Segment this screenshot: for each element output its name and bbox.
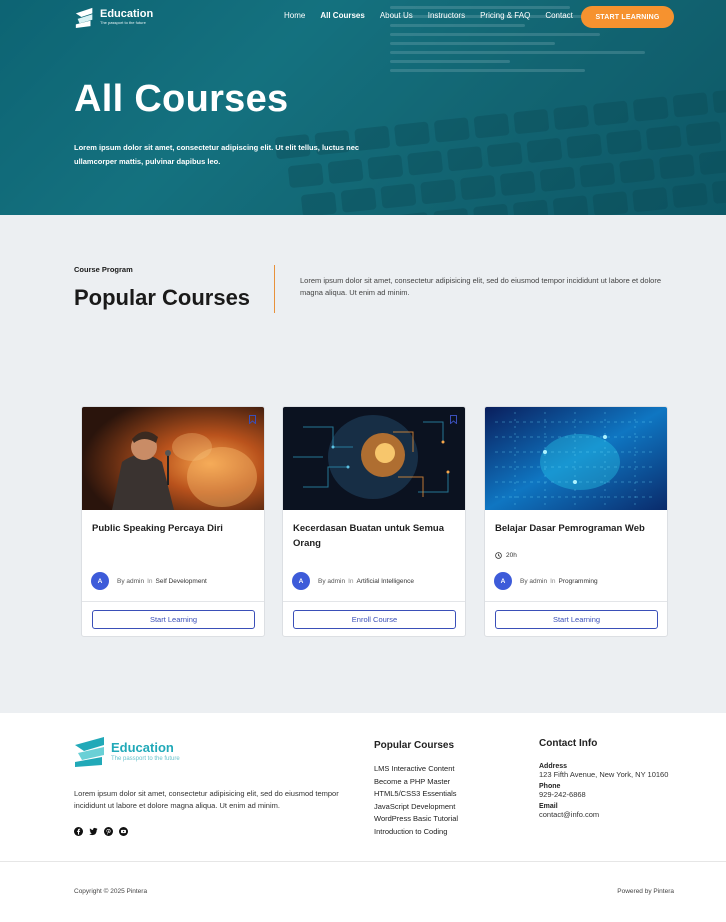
course-card[interactable]: Kecerdasan Buatan untuk Semua Orang A By… (282, 406, 466, 637)
address-label: Address (539, 763, 568, 770)
course-card[interactable]: Belajar Dasar Pemrograman Web 20h A By a… (484, 406, 668, 637)
footer-link[interactable]: HTML5/CSS3 Essentials (374, 788, 458, 801)
start-learning-button[interactable]: START LEARNING (581, 6, 674, 28)
courses-section: Course Program Popular Courses Lorem ips… (0, 215, 726, 713)
social-links (74, 827, 128, 836)
twitter-icon[interactable] (89, 827, 98, 836)
in-label: In (550, 577, 556, 585)
contact-info: Address 123 Fifth Avenue, New York, NY 1… (539, 761, 668, 823)
footer-logo[interactable]: Education The passport to the future (74, 735, 180, 767)
in-label: In (147, 577, 153, 585)
footer-divider (0, 861, 726, 862)
duration-value: 20h (506, 552, 517, 559)
section-description: Lorem ipsum dolor sit amet, consectetur … (300, 276, 662, 297)
header-logo[interactable]: Education The passport to the future (74, 6, 153, 28)
card-divider (82, 601, 264, 602)
course-meta: A By admin In Self Development (91, 572, 207, 590)
course-thumbnail-speaker[interactable] (82, 407, 264, 510)
enroll-course-button[interactable]: Enroll Course (293, 610, 456, 629)
nav-about-us[interactable]: About Us (380, 11, 413, 20)
contact-info-heading: Contact Info (539, 738, 598, 749)
course-title[interactable]: Kecerdasan Buatan untuk Semua Orang (293, 521, 459, 551)
popular-courses-heading: Popular Courses (374, 740, 455, 751)
pinterest-icon[interactable] (104, 827, 113, 836)
author-name[interactable]: admin (529, 578, 547, 585)
clock-icon (495, 552, 502, 559)
course-title[interactable]: Public Speaking Percaya Diri (92, 521, 258, 536)
footer-link[interactable]: JavaScript Development (374, 801, 458, 814)
footer-logo-tagline: The passport to the future (111, 755, 180, 762)
footer-link[interactable]: WordPress Basic Tutorial (374, 813, 458, 826)
section-eyebrow: Course Program (74, 265, 133, 274)
phone-value[interactable]: 929-242-6868 (539, 790, 668, 799)
footer-link[interactable]: LMS Interactive Content (374, 763, 458, 776)
course-category[interactable]: Self Development (156, 578, 207, 585)
author-name[interactable]: admin (327, 578, 345, 585)
site-footer: Education The passport to the future Lor… (0, 713, 726, 922)
email-label: Email (539, 803, 558, 810)
start-learning-card-button[interactable]: Start Learning (495, 610, 658, 629)
in-label: In (348, 577, 354, 585)
youtube-icon[interactable] (119, 827, 128, 836)
powered-by: Powered by Pintera (617, 888, 674, 895)
logo-icon (75, 7, 93, 28)
section-divider (274, 265, 275, 313)
course-meta: A By admin In Artificial Intelligence (292, 572, 414, 590)
course-card[interactable]: Public Speaking Percaya Diri A By admin I… (81, 406, 265, 637)
logo-name: Education (100, 8, 154, 20)
author-name[interactable]: admin (126, 578, 144, 585)
course-category[interactable]: Artificial Intelligence (357, 578, 414, 585)
course-meta: A By admin In Programming (494, 572, 598, 590)
footer-link[interactable]: Become a PHP Master (374, 776, 458, 789)
course-thumbnail-web[interactable] (485, 407, 667, 510)
main-nav: Home All Courses About Us Instructors Pr… (284, 11, 588, 20)
phone-label: Phone (539, 783, 561, 790)
course-thumbnail-ai[interactable] (283, 407, 465, 510)
bookmark-icon[interactable] (249, 415, 256, 424)
nav-home[interactable]: Home (284, 11, 305, 20)
author-prefix: By (520, 577, 528, 585)
card-divider (283, 601, 465, 602)
course-title[interactable]: Belajar Dasar Pemrograman Web (495, 521, 661, 536)
avatar: A (91, 572, 109, 590)
nav-pricing-faq[interactable]: Pricing & FAQ (480, 11, 530, 20)
avatar: A (292, 572, 310, 590)
footer-logo-name: Education (111, 739, 174, 755)
footer-description: Lorem ipsum dolor sit amet, consectetur … (74, 789, 339, 810)
card-divider (485, 601, 667, 602)
avatar: A (494, 572, 512, 590)
author-prefix: By (318, 577, 326, 585)
author-prefix: By (117, 577, 125, 585)
hero-banner: Education The passport to the future Hom… (0, 0, 726, 215)
popular-courses-links: LMS Interactive Content Become a PHP Mas… (374, 763, 458, 838)
address-value: 123 Fifth Avenue, New York, NY 10160 (539, 770, 669, 779)
nav-all-courses[interactable]: All Courses (320, 11, 364, 20)
page-title: All Courses (74, 78, 289, 120)
facebook-icon[interactable] (74, 827, 83, 836)
nav-contact[interactable]: Contact (545, 11, 573, 20)
course-duration: 20h (495, 552, 517, 559)
bookmark-icon[interactable] (450, 415, 457, 424)
email-value[interactable]: contact@info.com (539, 810, 668, 819)
nav-instructors[interactable]: Instructors (428, 11, 465, 20)
section-title: Popular Courses (74, 285, 251, 310)
course-category[interactable]: Programming (559, 578, 598, 585)
logo-tagline: The passport to the future (100, 20, 146, 25)
start-learning-card-button[interactable]: Start Learning (92, 610, 255, 629)
copyright: Copyright © 2025 Pintera (74, 888, 148, 895)
footer-link[interactable]: Introduction to Coding (374, 826, 458, 839)
logo-icon (75, 737, 104, 767)
hero-subtitle: Lorem ipsum dolor sit amet, consectetur … (74, 143, 360, 166)
